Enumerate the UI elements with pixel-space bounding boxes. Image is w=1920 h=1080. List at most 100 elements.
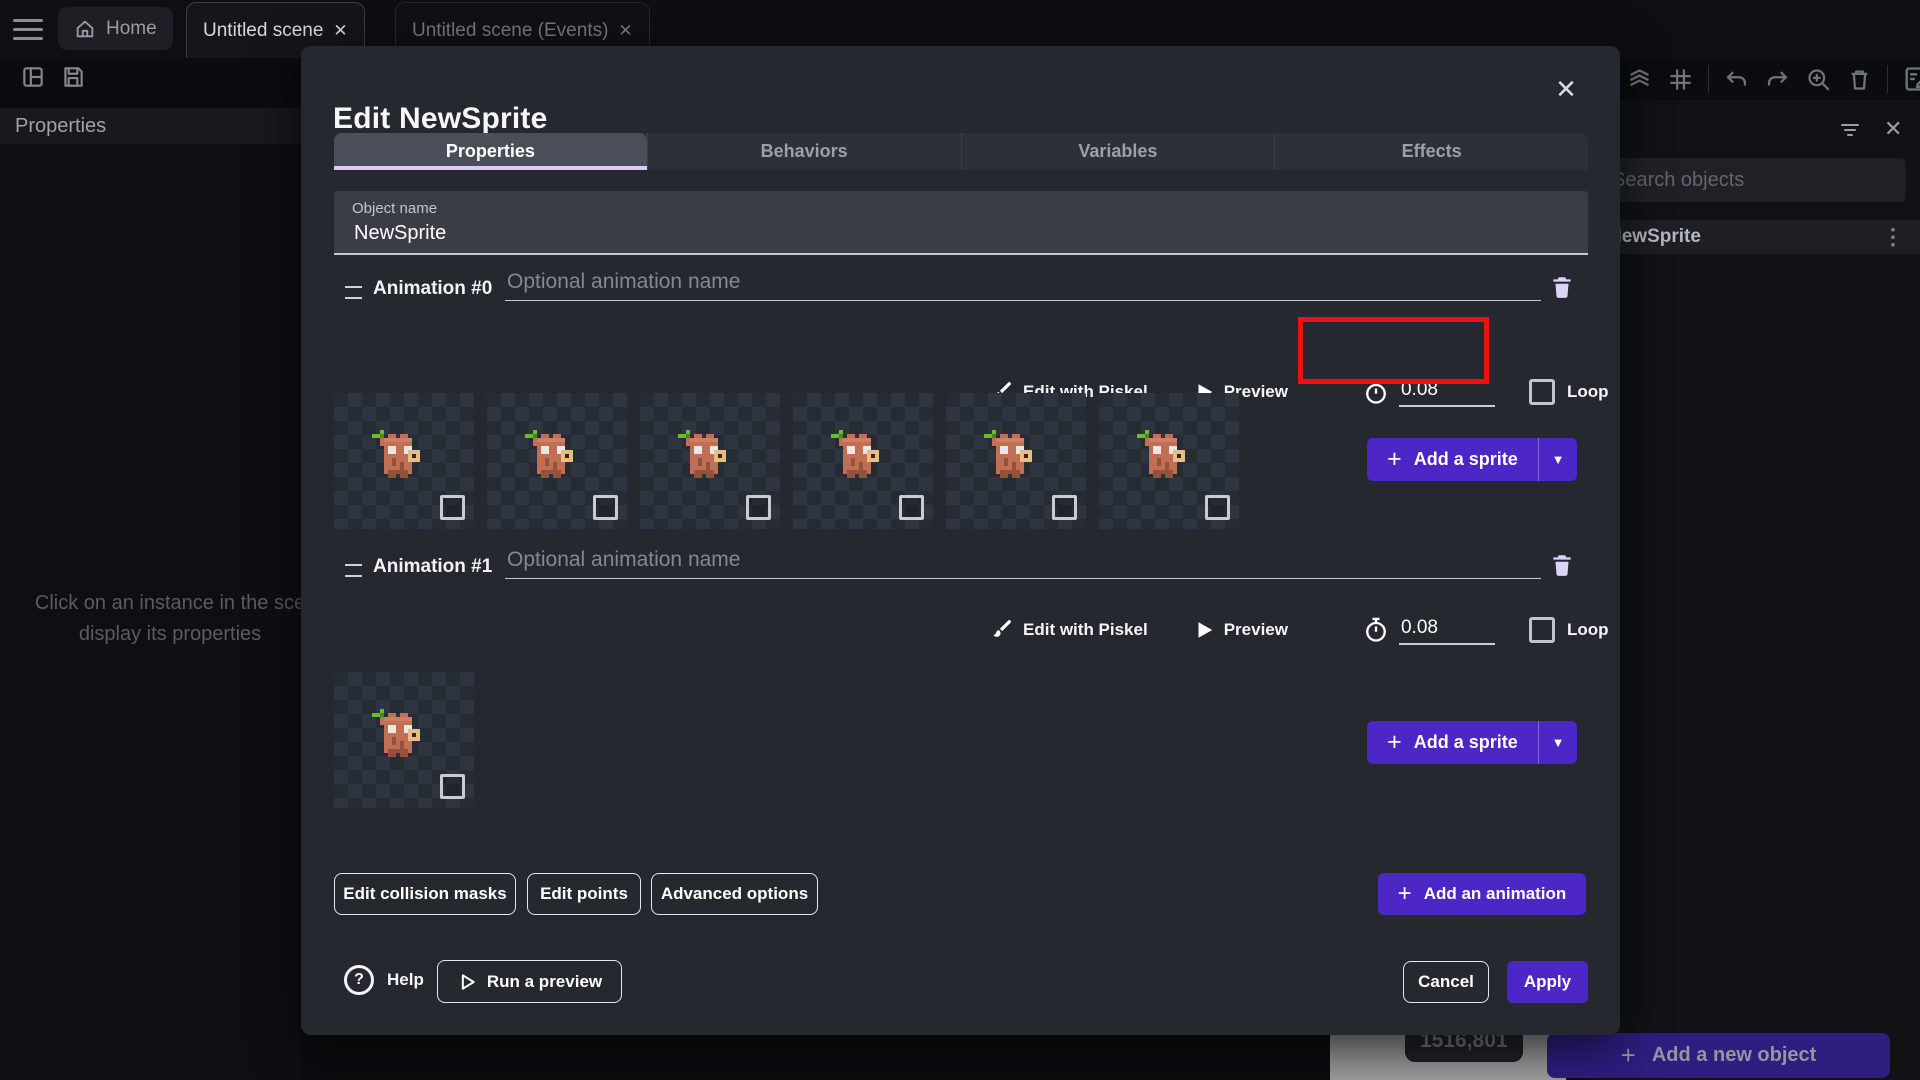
frame-select-checkbox[interactable] bbox=[440, 495, 465, 520]
add-sprite-button-1[interactable]: + Add a sprite ▼ bbox=[1367, 721, 1577, 764]
editor-toolbar-left bbox=[20, 64, 86, 90]
grid-icon[interactable] bbox=[1667, 66, 1694, 93]
add-an-animation-button[interactable]: + Add an animation bbox=[1378, 873, 1586, 915]
edit-scene-properties-icon[interactable] bbox=[1902, 65, 1920, 93]
pig-sprite-image bbox=[831, 430, 879, 478]
pig-sprite-image bbox=[984, 430, 1032, 478]
scene-toolbar bbox=[1626, 65, 1920, 93]
plus-icon: + bbox=[1387, 445, 1402, 473]
edit-points-button[interactable]: Edit points bbox=[527, 873, 641, 915]
run-a-preview-button[interactable]: Run a preview bbox=[437, 960, 622, 1003]
dialog-tab-behaviors[interactable]: Behaviors bbox=[646, 133, 961, 170]
toolbar-divider bbox=[1708, 65, 1709, 93]
home-icon bbox=[76, 20, 94, 37]
main-menu-button[interactable] bbox=[13, 19, 43, 40]
animation-0-name-input[interactable] bbox=[505, 270, 1541, 301]
animation-1-name-input[interactable] bbox=[505, 548, 1541, 579]
search-objects-input[interactable] bbox=[1598, 158, 1906, 202]
sprite-frame-thumbnail[interactable] bbox=[640, 393, 780, 529]
sprite-frame-thumbnail[interactable] bbox=[487, 393, 627, 529]
sprite-frame-thumbnail[interactable] bbox=[793, 393, 933, 529]
tab-home[interactable]: Home bbox=[58, 7, 173, 50]
properties-empty-state: Click on an instance in the sce display … bbox=[34, 592, 306, 645]
caret-down-icon[interactable]: ▼ bbox=[1539, 735, 1577, 750]
play-icon bbox=[461, 973, 475, 990]
dialog-close-icon[interactable]: ✕ bbox=[1549, 72, 1583, 106]
object-name-input[interactable] bbox=[352, 221, 1574, 246]
sprite-frame-thumbnail[interactable] bbox=[334, 393, 474, 529]
objects-panel-header-actions: ✕ bbox=[1838, 116, 1902, 142]
drag-handle-icon[interactable] bbox=[345, 564, 362, 577]
properties-panel-title: Properties bbox=[15, 114, 107, 137]
add-sprite-button-0[interactable]: + Add a sprite ▼ bbox=[1367, 438, 1577, 481]
loop-checkbox[interactable] bbox=[1528, 379, 1555, 405]
animation-1-label: Animation #1 bbox=[373, 556, 493, 577]
close-panel-icon[interactable]: ✕ bbox=[1884, 116, 1902, 142]
loop-checkbox[interactable] bbox=[1528, 617, 1555, 643]
help-icon: ? bbox=[344, 965, 374, 995]
dialog-tabbar: Properties Behaviors Variables Effects bbox=[334, 133, 1588, 170]
pig-sprite-image bbox=[1137, 430, 1185, 478]
selected-tab-indicator bbox=[334, 166, 647, 170]
caret-down-icon[interactable]: ▼ bbox=[1539, 452, 1577, 467]
time-between-frames-input[interactable] bbox=[1398, 615, 1495, 645]
apply-button[interactable]: Apply bbox=[1507, 961, 1588, 1003]
loop-label: Loop bbox=[1566, 382, 1609, 401]
frame-select-checkbox[interactable] bbox=[746, 495, 771, 520]
loop-label: Loop bbox=[1566, 620, 1609, 639]
edit-with-piskel-button[interactable]: Edit with Piskel bbox=[1023, 620, 1148, 640]
layers-icon[interactable] bbox=[1626, 66, 1653, 93]
gdevelop-app: Home Untitled scene ✕ Untitled scene (Ev… bbox=[0, 0, 1920, 1080]
cancel-button[interactable]: Cancel bbox=[1403, 961, 1489, 1003]
frame-select-checkbox[interactable] bbox=[593, 495, 618, 520]
dialog-tab-effects[interactable]: Effects bbox=[1274, 133, 1588, 170]
close-tab-icon[interactable]: ✕ bbox=[618, 22, 632, 39]
object-list-item-newsprite[interactable]: NewSprite ⋮ bbox=[1590, 220, 1920, 254]
toolbar-divider bbox=[1887, 65, 1888, 93]
sprite-frame-thumbnail[interactable] bbox=[1099, 393, 1239, 529]
animation-1-frames bbox=[334, 672, 474, 808]
animation-0-frames bbox=[334, 393, 1239, 529]
drag-handle-icon[interactable] bbox=[345, 286, 362, 299]
animation-1-controls: Edit with Piskel Preview Loop bbox=[988, 612, 1609, 648]
add-new-object-button[interactable]: + Add a new object bbox=[1547, 1033, 1890, 1078]
zoom-in-icon[interactable] bbox=[1805, 66, 1832, 93]
delete-animation-1-icon[interactable] bbox=[1549, 552, 1575, 578]
timer-icon bbox=[1366, 379, 1386, 404]
edit-newsprite-dialog: Edit NewSprite ✕ Properties Behaviors Va… bbox=[301, 46, 1620, 1035]
plus-icon: + bbox=[1620, 1040, 1636, 1070]
dialog-tab-properties[interactable]: Properties bbox=[334, 133, 647, 170]
play-icon bbox=[1198, 622, 1212, 638]
time-between-frames-input[interactable] bbox=[1398, 377, 1495, 407]
frame-select-checkbox[interactable] bbox=[440, 774, 465, 799]
more-vert-icon[interactable]: ⋮ bbox=[1882, 224, 1904, 250]
sprite-frame-thumbnail[interactable] bbox=[946, 393, 1086, 529]
delete-icon[interactable] bbox=[1846, 66, 1873, 93]
sprite-frame-thumbnail[interactable] bbox=[334, 672, 474, 808]
tab-label: Untitled scene (Events) bbox=[412, 19, 609, 41]
preview-button[interactable]: Preview bbox=[1224, 620, 1288, 640]
animation-0-label: Animation #0 bbox=[373, 278, 493, 299]
object-name-field[interactable]: Object name bbox=[334, 191, 1588, 255]
delete-animation-0-icon[interactable] bbox=[1549, 274, 1575, 300]
timer-icon bbox=[1366, 617, 1386, 642]
edit-collision-masks-button[interactable]: Edit collision masks bbox=[334, 873, 516, 915]
close-tab-icon[interactable]: ✕ bbox=[333, 22, 347, 39]
brush-icon bbox=[993, 620, 1011, 637]
redo-icon[interactable] bbox=[1764, 66, 1791, 93]
filter-icon[interactable] bbox=[1838, 117, 1862, 141]
object-name: NewSprite bbox=[1608, 226, 1701, 247]
toggle-panels-icon[interactable] bbox=[20, 64, 46, 90]
object-name-label: Object name bbox=[352, 200, 438, 217]
undo-icon[interactable] bbox=[1723, 66, 1750, 93]
frame-select-checkbox[interactable] bbox=[1205, 495, 1230, 520]
save-icon[interactable] bbox=[60, 64, 86, 90]
tab-label: Untitled scene bbox=[203, 19, 324, 41]
frame-select-checkbox[interactable] bbox=[899, 495, 924, 520]
plus-icon: + bbox=[1397, 880, 1412, 907]
advanced-options-button[interactable]: Advanced options bbox=[651, 873, 818, 915]
dialog-tab-variables[interactable]: Variables bbox=[960, 133, 1275, 170]
pig-sprite-image bbox=[678, 430, 726, 478]
help-button[interactable]: ? Help bbox=[344, 965, 424, 995]
frame-select-checkbox[interactable] bbox=[1052, 495, 1077, 520]
